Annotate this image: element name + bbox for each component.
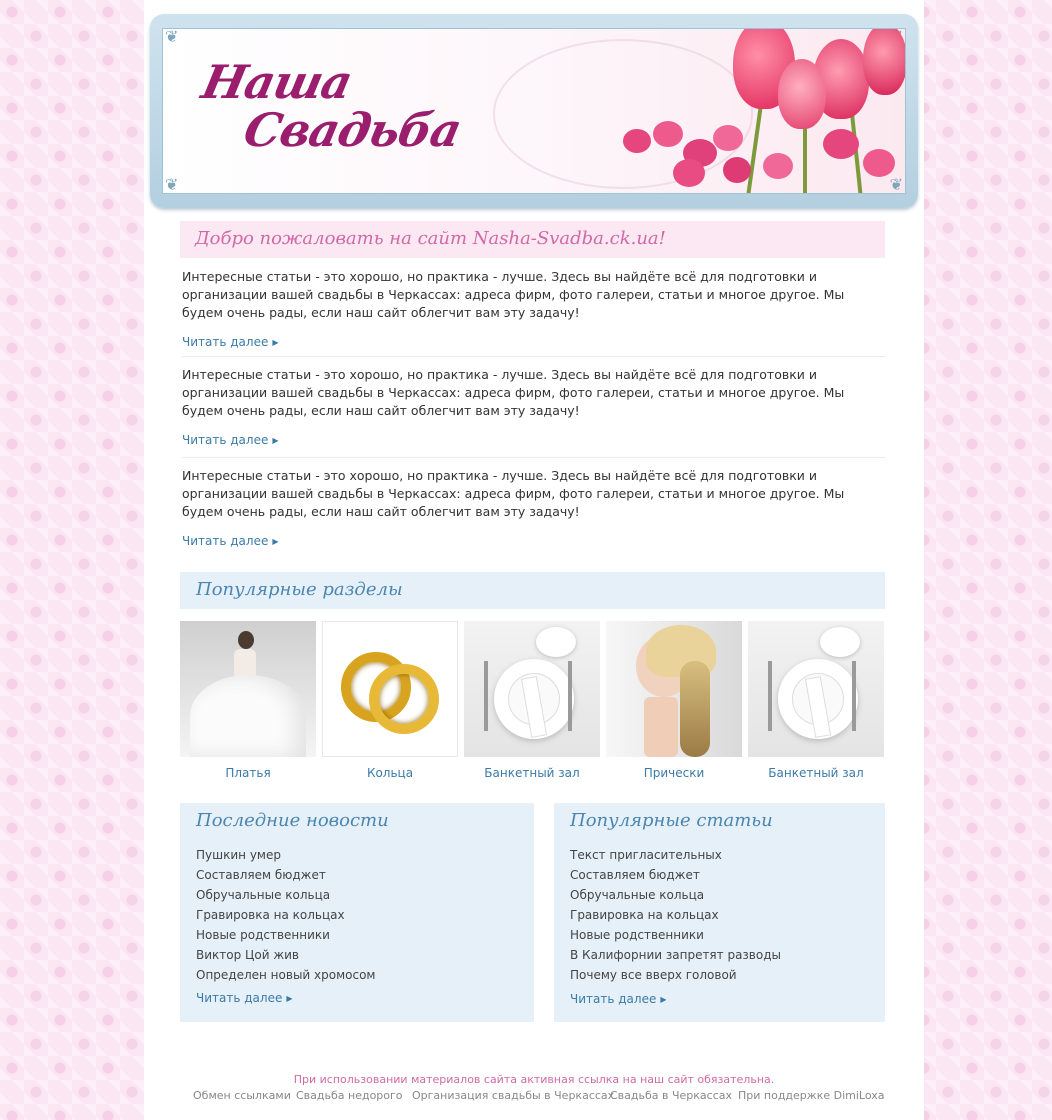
article-link[interactable]: Составляем бюджет [570,865,781,885]
arrow-right-icon: ▶ [660,995,667,1004]
section-card-banquet[interactable]: Банкетный зал [748,621,884,780]
arrow-right-icon: ▶ [286,994,293,1003]
footer-link[interactable]: Организация свадьбы в Черкассах [412,1089,614,1102]
popular-articles-box: Популярные статьи Текст пригласительных … [554,803,885,1022]
latest-news-title: Последние новости [196,810,389,831]
section-card-rings[interactable]: Кольца [322,621,458,780]
welcome-title: Добро пожаловать на сайт Nasha-Svadba.ck… [195,228,666,249]
news-item[interactable]: Обручальные кольца [196,885,375,905]
read-more-label: Читать далее [196,991,283,1005]
footer-link[interactable]: Свадьба недорого [296,1089,403,1102]
rings-photo[interactable] [322,621,458,757]
arrow-right-icon: ▶ [272,537,279,546]
news-item[interactable]: Определен новый хромосом [196,965,375,985]
footer-copyright-note: При использовании материалов сайта актив… [293,1073,775,1086]
article-link[interactable]: Почему все вверх головой [570,965,781,985]
section-card-hairstyles[interactable]: Прически [606,621,742,780]
footer-links: Обмен ссылками Свадьба недорого Организа… [144,1089,924,1103]
article-divider [182,356,885,357]
header-inner: ❦ ❦ ❦ ❦ Наша Свадьба [162,28,906,194]
article-link[interactable]: Текст пригласительных [570,845,781,865]
article-link[interactable]: Гравировка на кольцах [570,905,781,925]
read-more-label: Читать далее [570,992,657,1006]
read-more-label: Читать далее [182,335,269,349]
news-item[interactable]: Составляем бюджет [196,865,375,885]
read-more-link[interactable]: Читать далее ▶ [182,534,279,548]
read-more-label: Читать далее [182,534,269,548]
welcome-heading-bar: Добро пожаловать на сайт Nasha-Svadba.ck… [180,221,885,258]
logo-line-1: Наша [197,55,357,109]
flowers-illustration [563,29,905,193]
popular-sections-header: Популярные разделы [180,572,885,609]
news-item[interactable]: Пушкин умер [196,845,375,865]
table-setting-photo[interactable] [748,621,884,757]
site-logo[interactable]: Наша Свадьба [185,55,505,175]
popular-sections-gallery: Платья Кольца Банкетный зал Прически Бан… [180,621,885,791]
section-label[interactable]: Прически [606,766,742,780]
popular-articles-title: Популярные статьи [570,810,773,831]
wedding-dress-photo[interactable] [180,621,316,757]
read-more-link[interactable]: Читать далее ▶ [570,992,667,1006]
section-label[interactable]: Банкетный зал [464,766,600,780]
section-label[interactable]: Кольца [322,766,458,780]
article-item: Интересные статьи - это хорошо, но практ… [182,268,885,350]
news-item[interactable]: Гравировка на кольцах [196,905,375,925]
footer-link[interactable]: Свадьба в Черкассах [610,1089,732,1102]
popular-articles-list: Текст пригласительных Составляем бюджет … [570,845,781,985]
hairstyle-photo[interactable] [606,621,742,757]
corner-ornament-icon: ❦ [165,175,179,194]
article-item: Интересные статьи - это хорошо, но практ… [182,366,885,448]
section-label[interactable]: Банкетный зал [748,766,884,780]
article-text: Интересные статьи - это хорошо, но практ… [182,468,845,519]
popular-sections-title: Популярные разделы [196,579,403,600]
article-link[interactable]: В Калифорнии запретят разводы [570,945,781,965]
read-more-link[interactable]: Читать далее ▶ [182,433,279,447]
section-label[interactable]: Платья [180,766,316,780]
header-banner: ❦ ❦ ❦ ❦ Наша Свадьба [150,14,918,208]
read-more-link[interactable]: Читать далее ▶ [182,335,279,349]
footer-link[interactable]: При поддержке DimiLoxa [738,1089,884,1102]
read-more-label: Читать далее [182,433,269,447]
read-more-link[interactable]: Читать далее ▶ [196,991,293,1005]
corner-ornament-icon: ❦ [165,28,179,46]
article-link[interactable]: Обручальные кольца [570,885,781,905]
article-link[interactable]: Новые родственники [570,925,781,945]
article-divider [182,457,885,458]
article-text: Интересные статьи - это хорошо, но практ… [182,367,845,418]
news-item[interactable]: Виктор Цой жив [196,945,375,965]
news-item[interactable]: Новые родственники [196,925,375,945]
arrow-right-icon: ▶ [272,338,279,347]
table-setting-photo[interactable] [464,621,600,757]
page-container: ❦ ❦ ❦ ❦ Наша Свадьба [144,0,924,1120]
footer-link[interactable]: Обмен ссылками [193,1089,291,1102]
article-item: Интересные статьи - это хорошо, но практ… [182,467,885,549]
section-card-dresses[interactable]: Платья [180,621,316,780]
latest-news-list: Пушкин умер Составляем бюджет Обручальны… [196,845,375,985]
latest-news-box: Последние новости Пушкин умер Составляем… [180,803,534,1022]
article-text: Интересные статьи - это хорошо, но практ… [182,269,845,320]
arrow-right-icon: ▶ [272,436,279,445]
logo-line-2: Свадьба [239,103,466,157]
section-card-banquet[interactable]: Банкетный зал [464,621,600,780]
